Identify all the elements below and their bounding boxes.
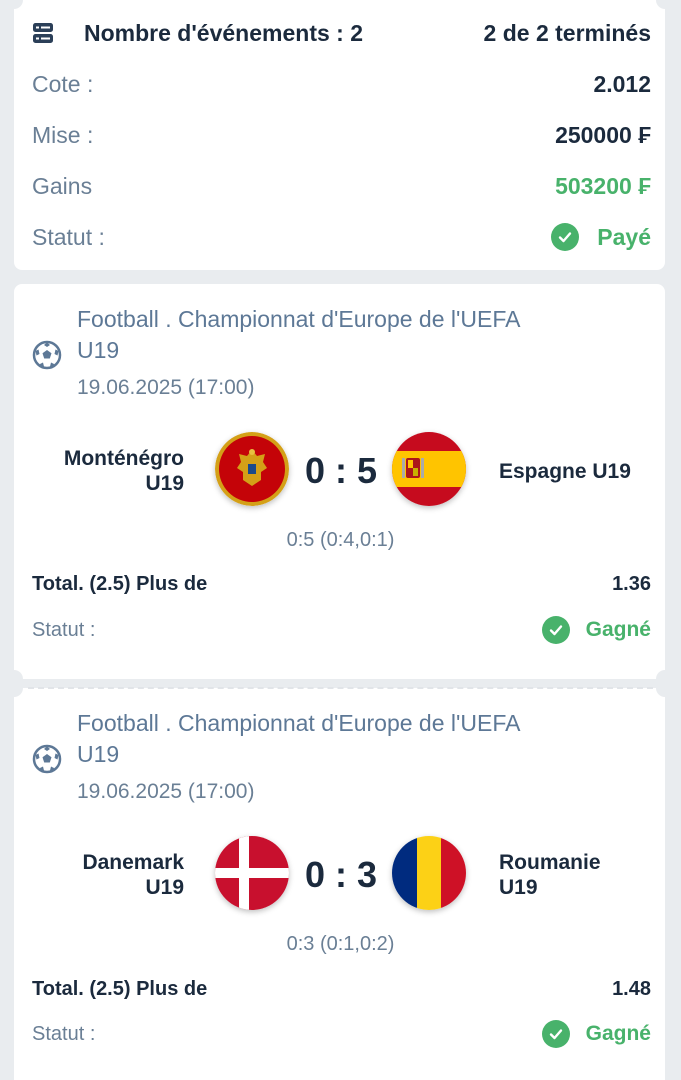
- away-team-line: Espagne U19: [499, 460, 631, 483]
- stake-value: 250000 ₣: [555, 121, 651, 148]
- event-datetime: 19.06.2025 (17:00): [77, 376, 255, 399]
- event-status-value: Gagné: [585, 618, 651, 641]
- event-status-row: Statut : Gagné: [32, 1020, 651, 1048]
- home-team-name: Monténégro U19: [44, 446, 184, 496]
- event-status-value: Gagné: [585, 1022, 651, 1045]
- bet-selection-odds: 1.36: [612, 573, 651, 595]
- perforation-notch: [656, 679, 674, 697]
- summary-header: Nombre d'événements : 2 2 de 2 terminés: [32, 16, 651, 50]
- period-score: 0:5 (0:4,0:1): [286, 529, 395, 551]
- home-team-line: Monténégro: [63, 447, 184, 470]
- bet-selection-row: Total. (2.5) Plus de 1.48: [32, 978, 651, 1001]
- events-count-label: Nombre d'événements : 2: [84, 19, 363, 46]
- home-team-line: Danemark: [82, 851, 184, 874]
- home-team-name: Danemark U19: [44, 850, 184, 900]
- bet-selection-row: Total. (2.5) Plus de 1.36: [32, 573, 651, 596]
- romania-flag-icon: [392, 836, 466, 910]
- home-team-line: U19: [145, 472, 184, 495]
- stake-label: Mise :: [32, 121, 94, 148]
- bet-ticket-page: Nombre d'événements : 2 2 de 2 terminés …: [0, 0, 681, 1080]
- period-score: 0:3 (0:1,0:2): [286, 933, 395, 955]
- winnings-row: Gains 503200 ₣: [32, 169, 651, 203]
- league-title: Football . Championnat d'Europe de l'UEF…: [77, 708, 617, 770]
- away-team-name: Roumanie U19: [499, 850, 649, 900]
- match-score: 0 : 3: [304, 854, 378, 895]
- match-score: 0 : 5: [304, 450, 378, 491]
- perforation-notch: [5, 0, 23, 9]
- events-done-label: 2 de 2 terminés: [483, 19, 651, 46]
- spain-flag-icon: [392, 432, 466, 506]
- league-category: U19: [77, 741, 120, 767]
- home-team-line: U19: [145, 876, 184, 899]
- ticket-status-row: Statut : Payé: [32, 220, 651, 254]
- event-status-badge: Gagné: [541, 616, 651, 644]
- league-name: Football . Championnat d'Europe de l'UEF…: [77, 306, 521, 332]
- bet-selection-label: Total. (2.5) Plus de: [32, 978, 208, 1000]
- odds-value: 2.012: [593, 70, 651, 97]
- league-category: U19: [77, 337, 120, 363]
- bet-selection-label: Total. (2.5) Plus de: [32, 573, 208, 595]
- football-icon: [32, 340, 62, 370]
- winnings-label: Gains: [32, 172, 93, 199]
- winnings-value: 503200 ₣: [555, 172, 651, 199]
- check-icon: [541, 616, 570, 644]
- away-team-name: Espagne U19: [499, 459, 649, 484]
- odds-row: Cote : 2.012: [32, 67, 651, 101]
- check-icon: [541, 1020, 570, 1048]
- odds-label: Cote :: [32, 70, 94, 97]
- event-status-label: Statut :: [32, 618, 96, 641]
- denmark-flag-icon: [215, 836, 289, 910]
- event-datetime: 19.06.2025 (17:00): [77, 780, 255, 803]
- bet-selection-odds: 1.48: [612, 978, 651, 1000]
- event-status-label: Statut :: [32, 1022, 96, 1045]
- montenegro-flag-icon: [215, 432, 289, 506]
- check-icon: [551, 223, 580, 251]
- perforation-divider: [28, 687, 653, 689]
- league-title: Football . Championnat d'Europe de l'UEF…: [77, 304, 617, 366]
- ticket-status-badge: Payé: [551, 223, 651, 251]
- stake-row: Mise : 250000 ₣: [32, 118, 651, 152]
- ticket-status-value: Payé: [597, 223, 651, 250]
- away-team-line: Roumanie: [499, 851, 601, 874]
- league-name: Football . Championnat d'Europe de l'UEF…: [77, 710, 521, 736]
- perforation-notch: [5, 679, 23, 697]
- event-status-row: Statut : Gagné: [32, 616, 651, 644]
- perforation-notch: [656, 0, 674, 9]
- event-status-badge: Gagné: [541, 1020, 651, 1048]
- ticket-status-label: Statut :: [32, 223, 105, 250]
- football-icon: [32, 744, 62, 774]
- ticket-list-icon: [32, 21, 54, 45]
- away-team-line: U19: [499, 876, 538, 899]
